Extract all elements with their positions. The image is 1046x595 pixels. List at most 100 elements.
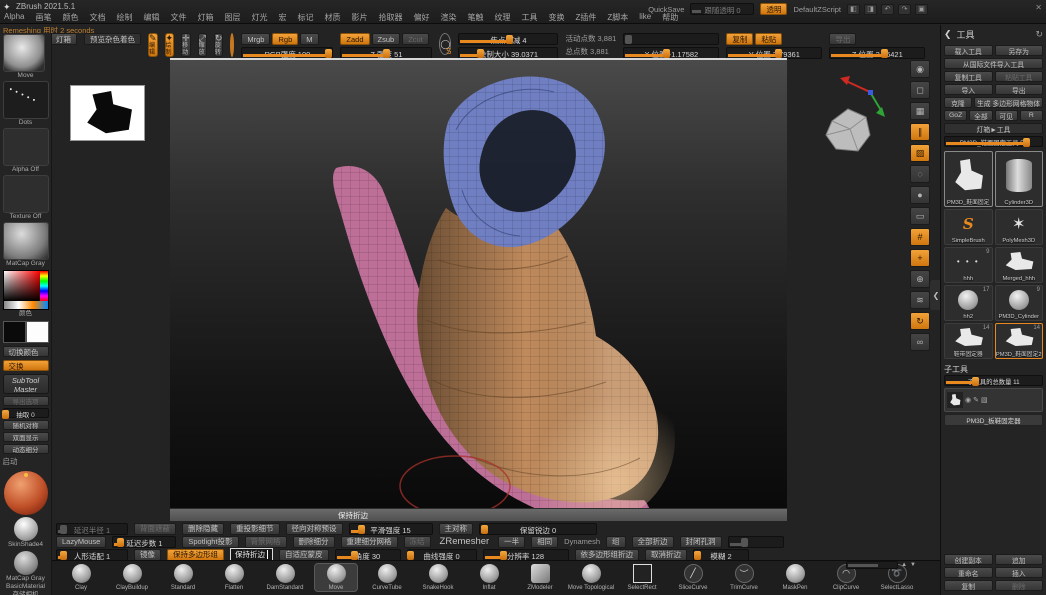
material-matcap-gray[interactable]	[14, 551, 38, 575]
menu-6[interactable]: 文件	[170, 12, 186, 23]
transparency-icon[interactable]: ▨	[910, 144, 930, 162]
keep-sharp-slider[interactable]: 保留锐边 0	[479, 523, 597, 535]
curve-strength-slider[interactable]: 曲线强度 0	[407, 549, 477, 561]
rotate-mode-button[interactable]: ↻旋转	[214, 33, 224, 57]
copy-subtool-button[interactable]: 复制	[944, 580, 993, 591]
material-basic-label[interactable]: BasicMaterial	[0, 583, 51, 591]
zsub-button[interactable]: Zsub	[372, 33, 401, 45]
brush-claybuildup[interactable]: ClayBuildup	[111, 564, 153, 591]
zadd-button[interactable]: Zadd	[340, 33, 369, 45]
uncrease-button[interactable]: 取消折边	[645, 549, 687, 561]
lazymouse-button[interactable]: LazyMouse	[56, 536, 106, 548]
m-button[interactable]: M	[300, 33, 318, 45]
tool-item[interactable]: • • •9hhh	[944, 247, 993, 283]
dynamesh-resolution-slider[interactable]: 分辨率 128	[483, 549, 569, 561]
delete-subtool-button[interactable]: 删除	[995, 580, 1044, 591]
menu-13[interactable]: 影片	[351, 12, 367, 23]
alpha-reference-thumbnail[interactable]	[70, 85, 145, 141]
swap-color-button[interactable]: 交换	[3, 360, 49, 371]
master-symmetry-button[interactable]: 主对称	[439, 523, 474, 535]
ghost-icon[interactable]: ◌	[910, 165, 930, 183]
brush-maskpen[interactable]: MaskPen	[774, 564, 816, 591]
fit-slider[interactable]: 人形适配 1	[56, 549, 128, 561]
prev-document-icon[interactable]: ◧	[847, 4, 860, 15]
export-options-button[interactable]: 导出选项	[3, 396, 49, 406]
brush-clay[interactable]: Clay	[60, 564, 102, 591]
brush-preview[interactable]	[230, 33, 234, 57]
delete-hidden-button[interactable]: 删除隐藏	[182, 523, 224, 535]
dynamic-subdiv-button[interactable]: 动态细分	[3, 444, 49, 454]
keep-polygroups-button[interactable]: 保持多边形组	[167, 549, 224, 561]
scroll-canvas-icon[interactable]: ≋	[910, 291, 930, 309]
paint-icon[interactable]: ✎	[973, 396, 979, 404]
menu-19[interactable]: 工具	[521, 12, 537, 23]
perspective-icon[interactable]: ◻	[910, 81, 930, 99]
redo-hand-icon[interactable]: ↷	[898, 4, 911, 15]
transparent-button[interactable]: 透明	[760, 3, 787, 15]
current-material-slot[interactable]: MatCap Gray	[3, 222, 49, 268]
make-polymesh3d-button[interactable]: 生成 多边形网格物体	[974, 97, 1043, 108]
undo-hand-icon[interactable]: ↶	[881, 4, 894, 15]
menu-9[interactable]: 灯光	[251, 12, 267, 23]
menu-16[interactable]: 渲染	[440, 12, 456, 23]
copy-button[interactable]: 复制	[726, 33, 753, 45]
subtool-count-slider[interactable]: 子工具的总数量 11	[944, 375, 1043, 386]
menu-1[interactable]: 画笔	[35, 12, 51, 23]
zcut-button[interactable]: Zcut	[402, 33, 429, 45]
tool-item[interactable]: ✶PolyMesh3D	[995, 209, 1044, 245]
radial-symmetry-button[interactable]: 径向对称预设	[286, 523, 343, 535]
rotate-canvas-icon[interactable]: ↻	[910, 312, 930, 330]
mrgb-button[interactable]: Mrgb	[241, 33, 270, 45]
duplicate-subtool-button[interactable]: 创建副本	[944, 554, 993, 565]
same-button[interactable]: 相同	[531, 536, 558, 548]
store-camera-button[interactable]: 存储相机	[0, 591, 51, 595]
main-color-swatch[interactable]	[3, 321, 26, 343]
menu-20[interactable]: 变换	[548, 12, 564, 23]
goz-all-button[interactable]: 全部	[969, 110, 992, 121]
crease-pg-button[interactable]: 依多边形组折边	[575, 549, 640, 561]
brush-inflat[interactable]: Inflat	[468, 564, 510, 591]
draw-mode-button[interactable]: ✦绘制	[165, 33, 175, 57]
scale-mode-button[interactable]: ⤢缩放	[198, 33, 207, 57]
brush-flatten[interactable]: Flatten	[213, 564, 255, 591]
half-button[interactable]: 一半	[498, 536, 525, 548]
current-brush-slot[interactable]: Move	[3, 34, 49, 80]
document-canvas[interactable]	[170, 58, 787, 508]
import-from-file-button[interactable]: 从国际文件导入工具	[944, 58, 1043, 69]
freeze-button[interactable]: 冻结	[404, 536, 431, 548]
goz-r-button[interactable]: R	[1020, 110, 1043, 121]
zoom-canvas-icon[interactable]: ⊕	[910, 270, 930, 288]
background-grid-button[interactable]: 背景网格	[245, 536, 287, 548]
brush-damstandard[interactable]: DamStandard	[264, 564, 306, 591]
bpr-render-icon[interactable]: ◉	[910, 60, 930, 78]
noise-preview-button[interactable]: 预览杂色着色	[84, 33, 141, 45]
menu-17[interactable]: 笔触	[467, 12, 483, 23]
menu-14[interactable]: 拾取器	[378, 12, 402, 23]
goz-button[interactable]: GoZ	[944, 110, 967, 121]
insert-subtool-button[interactable]: 插入	[995, 567, 1044, 578]
save-as-button[interactable]: 另存为	[995, 45, 1044, 56]
menu-4[interactable]: 绘制	[116, 12, 132, 23]
spotlight-projection-button[interactable]: Spotlight投影	[182, 536, 238, 548]
menu-11[interactable]: 标记	[297, 12, 313, 23]
default-zscript-button[interactable]: DefaultZScript	[793, 5, 841, 14]
adaptive-skin-button[interactable]: 自适应蒙皮	[279, 549, 329, 561]
brush-snakehook[interactable]: SnakeHook	[417, 564, 459, 591]
close-icon[interactable]: ✕	[1035, 3, 1042, 12]
menu-15[interactable]: 偏好	[413, 12, 429, 23]
mirror-button[interactable]: 镜像	[134, 549, 161, 561]
scroll-up-icon[interactable]: ▲	[901, 562, 907, 568]
scroll-down-icon[interactable]: ▼	[910, 562, 916, 568]
groups-button[interactable]: 组	[606, 536, 626, 548]
menu-2[interactable]: 颜色	[62, 12, 78, 23]
menu-18[interactable]: 纹理	[494, 12, 510, 23]
decimate-slider[interactable]: 抽取 0	[3, 408, 49, 418]
edit-mode-button[interactable]: ✎编辑	[148, 33, 158, 57]
crease-all-button[interactable]: 全部折边	[632, 536, 674, 548]
lazy-steps-slider[interactable]: 延迟步数 1	[112, 536, 176, 548]
menu-10[interactable]: 宏	[278, 12, 286, 23]
polyframe-icon[interactable]: #	[910, 228, 930, 246]
paste-tool-button[interactable]: 粘贴工具	[995, 71, 1044, 82]
misc-slider[interactable]	[728, 536, 784, 548]
subtool-master-button[interactable]: SubToolMaster	[3, 374, 49, 394]
